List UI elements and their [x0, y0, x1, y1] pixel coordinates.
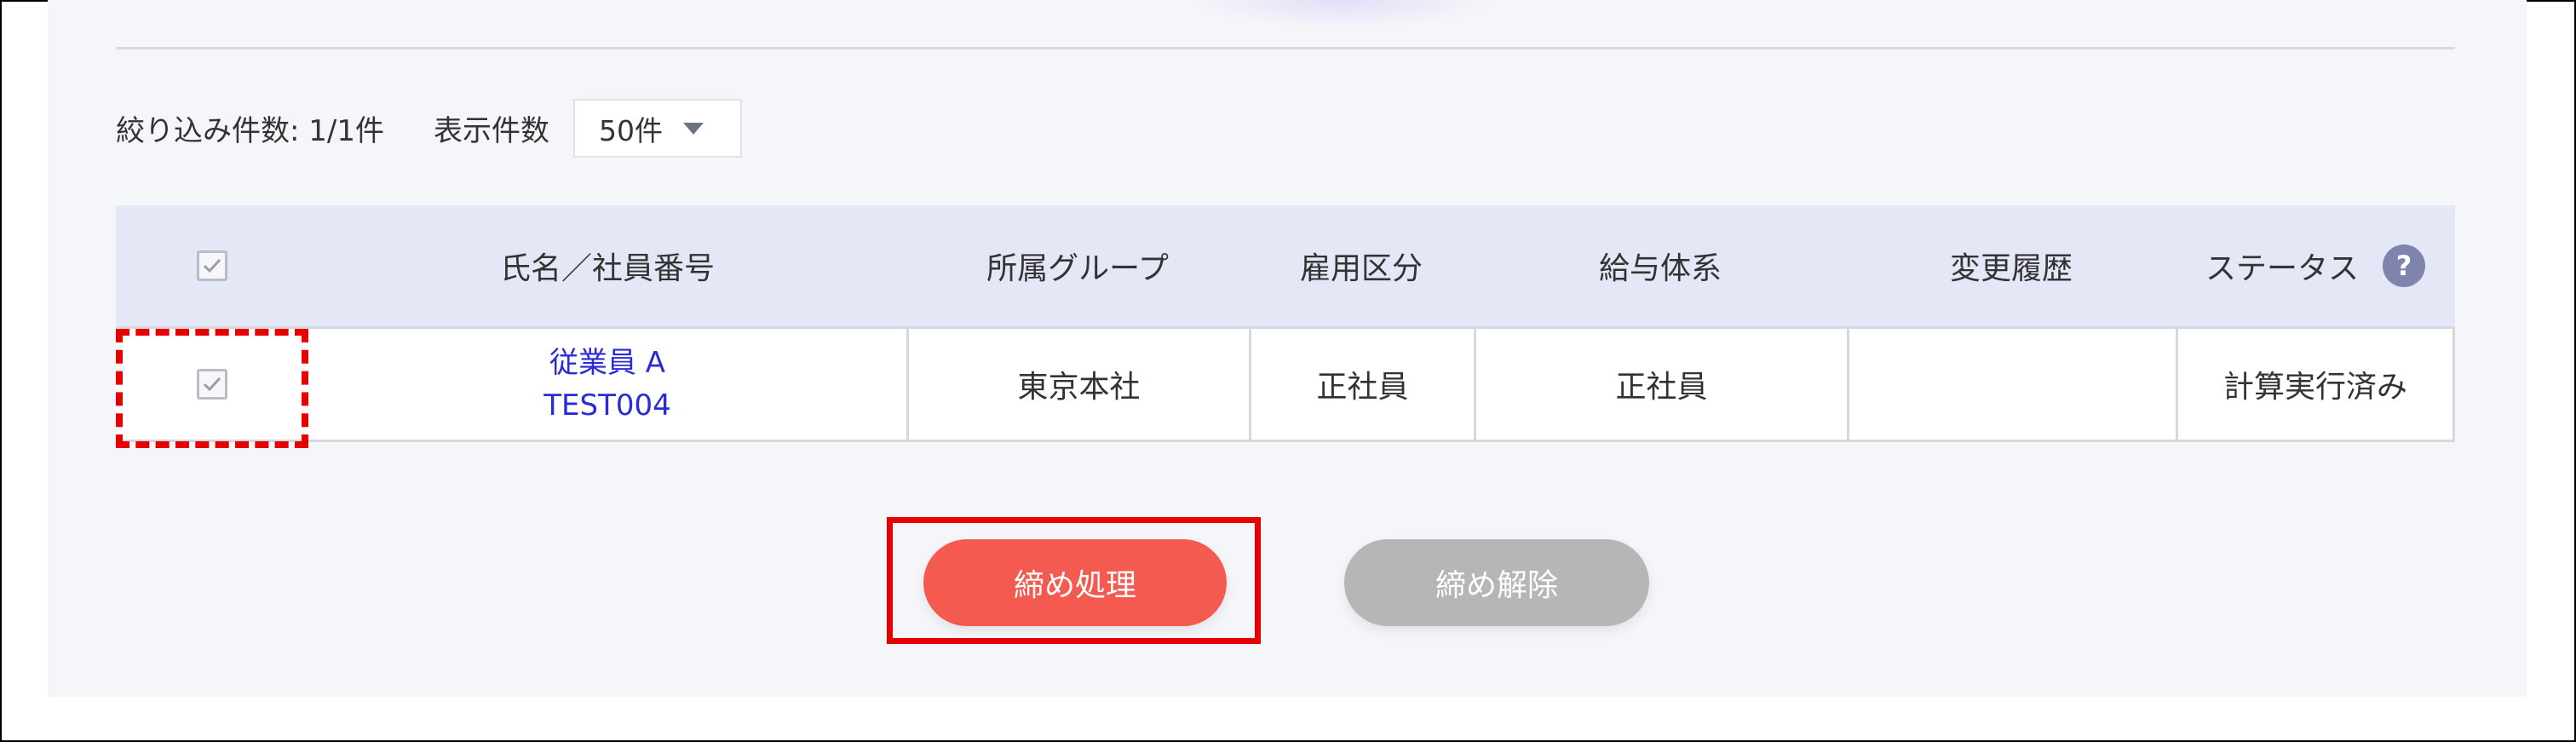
- help-icon[interactable]: ?: [2383, 244, 2425, 287]
- header-status[interactable]: ステータス: [2205, 244, 2359, 288]
- button-highlight-annotation: [887, 517, 1261, 644]
- section-divider: [116, 47, 2455, 49]
- row-salary: 正社員: [1474, 329, 1847, 440]
- select-all-checkbox[interactable]: [197, 250, 227, 281]
- close-release-button[interactable]: 締め解除: [1344, 539, 1649, 626]
- header-name[interactable]: 氏名／社員番号: [308, 205, 906, 326]
- employee-number: TEST004: [543, 388, 671, 423]
- filter-bar: 絞り込み件数: 1/1件 表示件数 50件: [116, 98, 742, 158]
- header-history: 変更履歴: [1949, 251, 2073, 286]
- row-status: 計算実行済み: [2176, 329, 2455, 440]
- display-count-label: 表示件数: [433, 114, 549, 148]
- display-count-select[interactable]: 50件: [572, 99, 742, 158]
- header-group[interactable]: 所属グループ: [906, 205, 1249, 326]
- row-employment: 正社員: [1249, 329, 1474, 440]
- filtered-count: 絞り込み件数: 1/1件: [116, 114, 384, 148]
- chevron-down-icon: [682, 122, 704, 135]
- employee-link[interactable]: 従業員 A TEST004: [543, 342, 671, 427]
- header-salary[interactable]: 給与体系: [1474, 205, 1847, 326]
- header-status-cell: ステータス ?: [2176, 205, 2455, 326]
- row-history: [1847, 329, 2176, 440]
- checkbox-highlight-annotation: [116, 329, 308, 448]
- table-header: 氏名／社員番号 所属グループ 雇用区分 給与体系 変更履歴 ステータス ?: [116, 205, 2455, 326]
- employee-table: 氏名／社員番号 所属グループ 雇用区分 給与体系 変更履歴 ステータス ? 従業…: [116, 205, 2455, 442]
- check-icon: [203, 258, 221, 273]
- table-row: 従業員 A TEST004 東京本社 正社員 正社員 計算実行済み: [116, 326, 2455, 442]
- header-checkbox-cell: [116, 205, 308, 326]
- row-group: 東京本社: [906, 329, 1249, 440]
- header-employment[interactable]: 雇用区分: [1249, 205, 1474, 326]
- top-glow: [1189, 0, 1496, 29]
- employee-name: 従業員 A: [549, 346, 666, 380]
- row-name-cell: 従業員 A TEST004: [308, 329, 906, 440]
- display-count-value: 50件: [598, 113, 663, 147]
